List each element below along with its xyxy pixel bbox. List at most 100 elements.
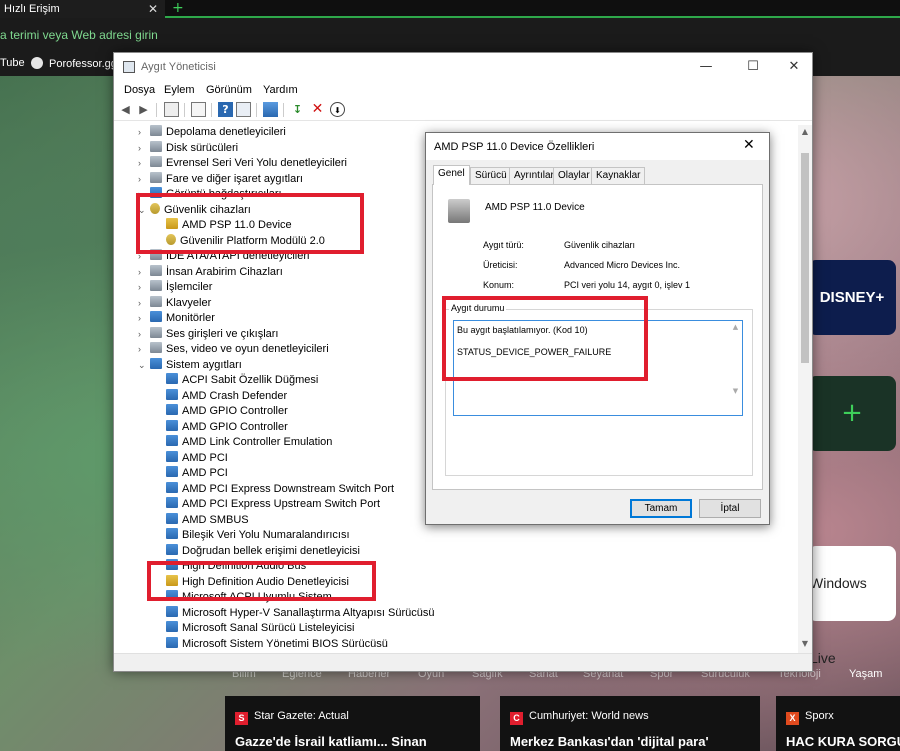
tree-label: Doğrudan bellek erişimi denetleyicisi [182,544,360,557]
new-tab-icon[interactable]: + [172,0,184,16]
disable-icon[interactable]: ⬇ [330,102,345,117]
bookmark-youtube[interactable]: Tube [0,57,25,69]
tree-category[interactable]: › Disk sürücüleri [138,140,238,156]
collapsed-chevron-icon[interactable]: › [138,280,150,295]
device-icon [166,388,178,400]
speed-dial-windows-live[interactable]: Windows Live [808,546,896,666]
tree-device[interactable]: Bileşik Veri Yolu Numaralandırıcısı [154,528,350,543]
device-icon [166,481,178,493]
collapsed-chevron-icon[interactable]: › [138,296,150,311]
minimize-button[interactable]: — [691,57,721,77]
ok-button[interactable]: Tamam [630,499,692,518]
tree-device[interactable]: AMD PCI Express Upstream Switch Port [154,497,380,512]
collapsed-chevron-icon[interactable]: › [138,156,150,171]
tab-kaynaklar[interactable]: Kaynaklar [591,167,646,184]
bookmark-porofessor[interactable]: Porofessor.gg [31,57,117,70]
tree-category[interactable]: › Ses girişleri ve çıkışları [138,326,278,342]
back-icon[interactable]: ◀ [118,102,133,117]
speed-dial-disney[interactable]: DISNEY+ [808,260,896,335]
tree-device[interactable]: AMD Link Controller Emulation [154,435,332,450]
browser-tab[interactable]: Hızlı Erişim ✕ [0,0,165,18]
menu-dosya[interactable]: Dosya [124,84,155,96]
tree-category[interactable]: › İnsan Arabirim Cihazları [138,264,283,280]
tree-device[interactable]: AMD PCI Express Downstream Switch Port [154,481,394,497]
tab-ayrintilar[interactable]: Ayrıntılar [509,167,559,184]
device-icon [150,357,162,369]
collapsed-chevron-icon[interactable]: › [138,125,150,140]
tab-olaylar[interactable]: Olaylar [553,167,595,184]
dialog-title-bar[interactable]: AMD PSP 11.0 Device Özellikleri ✕ [426,133,769,160]
tree-device[interactable]: Microsoft Sanal Sürücü Listeleyicisi [154,621,354,636]
tree-device[interactable]: AMD Crash Defender [154,388,287,404]
tab-surucu[interactable]: Sürücü [470,167,512,184]
scan-icon[interactable] [236,102,251,117]
cancel-button[interactable]: İptal [699,499,761,518]
tree-scrollbar[interactable]: ▲ ▼ [798,125,812,653]
tree-label: Depolama denetleyicileri [166,126,286,138]
news-cat-yasam[interactable]: Yaşam [849,668,882,680]
tree-device[interactable]: AMD GPIO Controller [154,404,288,419]
device-type-value: Güvenlik cihazları [564,240,636,250]
collapsed-chevron-icon[interactable]: › [138,342,150,357]
status-scrollbar[interactable]: ▲ ▼ [731,323,740,413]
tree-device[interactable]: ACPI Sabit Özellik Düğmesi [154,373,318,388]
collapsed-chevron-icon[interactable]: › [138,172,150,187]
collapsed-chevron-icon[interactable]: › [138,265,150,280]
update-icon[interactable] [191,102,206,117]
tree-category[interactable]: › Klavyeler [138,295,211,311]
tree-label: Microsoft Hyper-V Sanallaştırma Altyapıs… [182,606,435,619]
tab-genel[interactable]: Genel [433,165,470,185]
dialog-close-icon[interactable]: ✕ [743,137,755,153]
news-card[interactable]: C Cumhuriyet: World news Merkez Bankası'd… [500,696,760,751]
menu-eylem[interactable]: Eylem [164,84,195,96]
tree-device[interactable]: AMD PCI [154,466,228,481]
address-placeholder[interactable]: a terimi veya Web adresi girin [0,28,158,42]
monitor-icon[interactable] [263,102,278,117]
properties-icon[interactable] [164,102,179,117]
device-icon [166,419,178,431]
cumhuriyet-icon: C [510,712,523,725]
device-icon [166,543,178,555]
title-bar[interactable]: Aygıt Yöneticisi — ☐ ✕ [114,53,812,81]
tree-category[interactable]: ⌄ Sistem aygıtları [138,357,242,373]
device-name: AMD PSP 11.0 Device [485,202,585,213]
tab-close-icon[interactable]: ✕ [148,0,158,18]
menu-gorunum[interactable]: Görünüm [206,84,252,96]
news-card[interactable]: S Star Gazete: Actual Gazze'de İsrail kat… [225,696,480,751]
tree-category[interactable]: › Ses, video ve oyun denetleyicileri [138,342,329,357]
collapsed-chevron-icon[interactable]: › [138,141,150,156]
tree-device[interactable]: AMD SMBUS [154,512,249,528]
menu-yardim[interactable]: Yardım [263,84,298,96]
scroll-up-icon[interactable]: ▲ [798,127,812,136]
tree-category[interactable]: › Fare ve diğer işaret aygıtları [138,171,303,187]
tree-device[interactable]: Microsoft Sistem Yönetimi BIOS Sürücüsü [154,636,388,652]
scroll-thumb[interactable] [801,153,809,363]
window-title: Aygıt Yöneticisi [141,61,216,73]
device-icon [166,466,178,477]
bookmark-label: Porofessor.gg [49,58,117,70]
uninstall-icon[interactable]: ✕ [310,102,325,117]
news-card[interactable]: X Sporx HAC KURA SORGU [776,696,900,751]
tree-category[interactable]: › Evrensel Seri Veri Yolu denetleyicileri [138,156,347,171]
collapsed-chevron-icon[interactable]: › [138,327,150,342]
device-icon [150,295,162,307]
tree-category[interactable]: › İşlemciler [138,280,212,295]
collapsed-chevron-icon[interactable]: › [138,311,150,326]
add-driver-icon[interactable]: ↧ [290,102,305,117]
close-button[interactable]: ✕ [779,57,809,77]
device-icon [166,528,178,539]
tree-device[interactable]: AMD PCI [154,450,228,466]
tree-category[interactable]: › Monitörler [138,311,215,326]
expanded-chevron-icon[interactable]: ⌄ [138,358,150,373]
tree-device[interactable]: Doğrudan bellek erişimi denetleyicisi [154,543,360,559]
help-icon[interactable]: ? [218,102,233,117]
scroll-down-icon[interactable]: ▼ [798,639,812,648]
tree-label: AMD PCI [182,467,228,479]
tree-device[interactable]: Microsoft Hyper-V Sanallaştırma Altyapıs… [154,605,435,621]
tree-device[interactable]: AMD GPIO Controller [154,419,288,435]
speed-dial-add-icon[interactable]: + [808,376,896,451]
maximize-button[interactable]: ☐ [738,57,768,77]
tree-label: AMD PCI [182,451,228,464]
forward-icon[interactable]: ▶ [136,102,151,117]
tree-category[interactable]: › Depolama denetleyicileri [138,125,286,140]
